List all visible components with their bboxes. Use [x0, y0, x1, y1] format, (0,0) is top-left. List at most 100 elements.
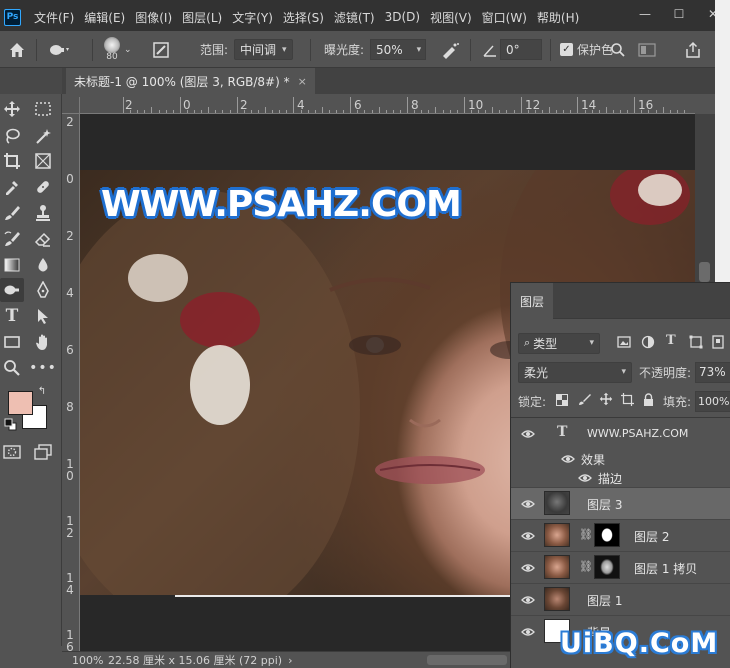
brush-tool[interactable] [0, 201, 24, 225]
eye-icon[interactable] [521, 497, 535, 511]
effects-row[interactable]: 效果 [511, 449, 730, 469]
menu-view[interactable]: 视图(V) [425, 9, 477, 26]
eye-icon[interactable] [521, 593, 535, 607]
adjustment-filter-icon[interactable] [641, 335, 655, 349]
eye-icon[interactable] [521, 529, 535, 543]
menu-layer[interactable]: 图层(L) [177, 9, 227, 26]
lock-pixels-icon[interactable] [578, 393, 591, 406]
blur-tool[interactable] [31, 253, 55, 277]
brush-settings-button[interactable] [152, 31, 170, 68]
angle-field[interactable]: 0° [500, 39, 542, 60]
layer-row-1-copy[interactable]: ⛓ 图层 1 拷贝 [511, 551, 730, 583]
lock-all-icon[interactable] [643, 393, 654, 406]
lasso-tool[interactable] [0, 124, 24, 148]
move-tool[interactable] [0, 97, 24, 121]
vertical-ruler[interactable]: 2 0 2 4 6 8 1 0 1 2 1 4 1 6 [62, 114, 80, 651]
layer-row-3[interactable]: 图层 3 [511, 487, 730, 519]
burn-tool[interactable] [0, 278, 24, 302]
chain-link-icon[interactable]: ⛓ [579, 560, 593, 573]
lock-position-icon[interactable] [599, 392, 613, 406]
eye-icon[interactable] [521, 625, 535, 639]
history-brush-tool[interactable] [0, 227, 24, 251]
rectangle-tool[interactable] [0, 330, 24, 354]
clone-stamp-tool[interactable] [31, 201, 55, 225]
path-selection-tool[interactable] [31, 304, 55, 328]
image-filter-icon[interactable] [617, 335, 631, 349]
close-tab-icon[interactable]: × [298, 75, 307, 88]
maximize-button[interactable]: ☐ [662, 3, 696, 25]
layer-filter-dropdown[interactable]: ⌕ 类型 ▾ [518, 332, 600, 354]
healing-brush-tool[interactable] [31, 175, 55, 199]
airbrush-button[interactable] [440, 31, 460, 68]
screen-mode-button[interactable] [31, 440, 55, 464]
filter-value: 类型 [533, 336, 558, 351]
menu-file[interactable]: 文件(F) [29, 9, 79, 26]
lock-transparent-icon[interactable] [556, 394, 568, 406]
layer-row-2[interactable]: ⛓ 图层 2 [511, 519, 730, 551]
minimize-button[interactable]: — [628, 3, 662, 25]
smart-object-filter-icon[interactable] [711, 335, 725, 349]
crop-tool[interactable] [0, 149, 24, 173]
photoshop-logo-icon[interactable]: Ps [4, 8, 21, 26]
eye-icon[interactable] [521, 561, 535, 575]
status-menu-arrow-icon[interactable]: › [288, 654, 292, 667]
frame-tool[interactable] [31, 149, 55, 173]
exposure-field[interactable]: 50% ▾ [370, 39, 426, 60]
gradient-tool[interactable] [0, 253, 24, 277]
menu-help[interactable]: 帮助(H) [532, 9, 584, 26]
pen-tool[interactable] [31, 278, 55, 302]
eye-icon[interactable] [561, 452, 575, 466]
brush-picker[interactable]: 80 [104, 31, 120, 68]
menu-3d[interactable]: 3D(D) [380, 10, 425, 24]
menu-window[interactable]: 窗口(W) [477, 9, 532, 26]
home-button[interactable] [8, 31, 26, 68]
ruler-tick [442, 110, 444, 113]
type-filter-icon[interactable]: T [666, 333, 676, 348]
eyedropper-tool[interactable] [0, 175, 24, 199]
workspace-button[interactable] [638, 31, 656, 68]
type-tool[interactable]: T [0, 304, 24, 328]
eye-icon[interactable] [521, 427, 535, 441]
menu-edit[interactable]: 编辑(E) [79, 9, 130, 26]
layers-panel: 图层 ⌕ 类型 ▾ T 柔光 ▾ 不透明度: 73% 锁定: 填充: 100% T [510, 282, 730, 668]
menu-select[interactable]: 选择(S) [278, 9, 329, 26]
menu-type[interactable]: 文字(Y) [227, 9, 278, 26]
default-colors-icon[interactable] [4, 418, 18, 432]
zoom-tool[interactable] [0, 356, 24, 380]
brush-picker-chevron-icon[interactable]: ⌄ [124, 31, 132, 68]
more-tools-button[interactable]: ••• [29, 356, 56, 380]
menu-filter[interactable]: 滤镜(T) [329, 9, 380, 26]
share-button[interactable] [684, 31, 702, 68]
layer-row-text[interactable]: T WWW.PSAHZ.COM [511, 417, 730, 449]
range-dropdown[interactable]: 中间调 ▾ [234, 39, 293, 60]
stroke-effect-row[interactable]: 描边 [511, 468, 730, 488]
ruler-origin[interactable] [62, 97, 80, 114]
exposure-label: 曝光度: [324, 43, 365, 57]
eraser-tool[interactable] [31, 227, 55, 251]
vertical-scroll-thumb[interactable] [699, 262, 710, 282]
layers-tab[interactable]: 图层 [511, 283, 553, 319]
fill-field[interactable]: 100% [695, 390, 730, 412]
layer-mask-thumbnail[interactable] [594, 555, 620, 579]
opacity-field[interactable]: 73% [695, 361, 730, 383]
chain-link-icon[interactable]: ⛓ [579, 528, 593, 541]
shape-filter-icon[interactable] [689, 335, 703, 349]
menu-image[interactable]: 图像(I) [130, 9, 177, 26]
lock-artboard-icon[interactable] [621, 393, 634, 406]
blend-mode-dropdown[interactable]: 柔光 ▾ [518, 361, 632, 383]
document-tab[interactable]: 未标题-1 @ 100% (图层 3, RGB/8#) * × [66, 68, 315, 94]
marquee-tool[interactable] [31, 97, 55, 121]
search-button[interactable] [610, 31, 626, 68]
horizontal-ruler[interactable]: 2 0 2 4 6 8 10 12 14 16 18 20 [80, 97, 695, 114]
eye-icon[interactable] [578, 471, 592, 485]
magic-wand-tool[interactable] [31, 124, 55, 148]
tool-preset-picker[interactable] [48, 31, 70, 68]
layer-mask-thumbnail[interactable] [594, 523, 620, 547]
zoom-level[interactable]: 100% [62, 654, 108, 667]
quick-mask-button[interactable] [0, 440, 24, 464]
horizontal-scroll-thumb[interactable] [427, 655, 507, 665]
swap-colors-icon[interactable]: ↰ [35, 384, 49, 398]
foreground-color-swatch[interactable] [8, 391, 33, 415]
hand-tool[interactable] [31, 330, 55, 354]
layer-row-1[interactable]: 图层 1 [511, 583, 730, 615]
